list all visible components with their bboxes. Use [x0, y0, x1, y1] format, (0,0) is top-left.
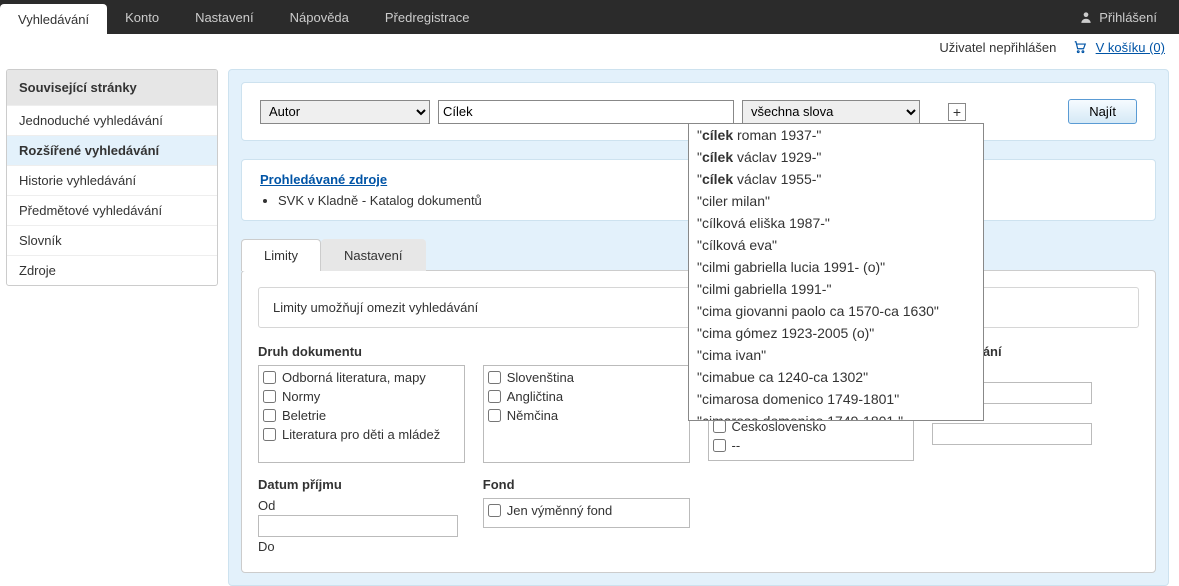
autocomplete-item[interactable]: "cílek václav 1929-"	[689, 146, 983, 168]
autocomplete-item[interactable]: "cílek václav 1955-"	[689, 168, 983, 190]
sidebar-item-history[interactable]: Historie vyhledávání	[7, 165, 217, 195]
date-in-from-input[interactable]	[258, 515, 458, 537]
autocomplete-item[interactable]: "cílek roman 1937-"	[689, 124, 983, 146]
nav-tab-settings[interactable]: Nastavení	[177, 0, 272, 34]
sub-bar: Uživatel nepřihlášen V košíku (0)	[0, 34, 1179, 63]
tab-settings[interactable]: Nastavení	[321, 239, 426, 271]
sources-link[interactable]: Prohledávané zdroje	[260, 172, 387, 187]
checkbox[interactable]	[488, 504, 501, 517]
autocomplete-item[interactable]: "cilmi gabriella lucia 1991- (o)"	[689, 256, 983, 278]
list-item[interactable]: Slovenština	[488, 368, 685, 387]
date-in-label: Datum příjmu	[258, 477, 465, 492]
fond-label: Fond	[483, 477, 690, 492]
autocomplete-item[interactable]: "cimarosa domenico 1749-1801."	[689, 410, 983, 421]
list-item[interactable]: Literatura pro děti a mládež	[263, 425, 460, 444]
list-item[interactable]: Angličtina	[488, 387, 685, 406]
doc-type-list[interactable]: Odborná literatura, mapy Normy Beletrie …	[258, 365, 465, 463]
sidebar-item-simple-search[interactable]: Jednoduché vyhledávání	[7, 105, 217, 135]
sidebar-header: Související stránky	[7, 70, 217, 105]
autocomplete-item[interactable]: "cimabue ca 1240-ca 1302"	[689, 366, 983, 388]
autocomplete-item[interactable]: "cílková eva"	[689, 234, 983, 256]
doc-type-label: Druh dokumentu	[258, 344, 465, 359]
login-label: Přihlášení	[1099, 10, 1157, 25]
sidebar-item-sources[interactable]: Zdroje	[7, 255, 217, 285]
main-panel: Autor všechna slova + Najít "cílek roman…	[228, 69, 1169, 586]
sidebar: Související stránky Jednoduché vyhledává…	[6, 69, 218, 286]
language-list[interactable]: Slovenština Angličtina Němčina	[483, 365, 690, 463]
autocomplete-item[interactable]: "cilmi gabriella 1991-"	[689, 278, 983, 300]
search-term-input[interactable]	[438, 100, 734, 124]
find-button[interactable]: Najít	[1068, 99, 1137, 124]
list-item[interactable]: Odborná literatura, mapy	[263, 368, 460, 387]
tab-limits[interactable]: Limity	[241, 239, 321, 271]
nav-tab-preregistration[interactable]: Předregistrace	[367, 0, 488, 34]
nav-tab-account[interactable]: Konto	[107, 0, 177, 34]
checkbox[interactable]	[488, 390, 501, 403]
checkbox[interactable]	[713, 420, 726, 433]
list-item[interactable]: Němčina	[488, 406, 685, 425]
fond-list[interactable]: Jen výměnný fond	[483, 498, 690, 528]
login-button[interactable]: Přihlášení	[1067, 0, 1169, 34]
autocomplete-item[interactable]: "cima giovanni paolo ca 1570-ca 1630"	[689, 300, 983, 322]
checkbox[interactable]	[263, 390, 276, 403]
cart-link[interactable]: V košíku (0)	[1096, 40, 1165, 55]
nav-tab-help[interactable]: Nápověda	[272, 0, 367, 34]
cart-icon	[1072, 40, 1088, 57]
checkbox[interactable]	[263, 409, 276, 422]
field-select[interactable]: Autor	[260, 100, 430, 124]
top-nav: Vyhledávání Konto Nastavení Nápověda Pře…	[0, 0, 1179, 34]
sidebar-item-dictionary[interactable]: Slovník	[7, 225, 217, 255]
autocomplete-item[interactable]: "ciler milan"	[689, 190, 983, 212]
user-status: Uživatel nepřihlášen	[939, 40, 1056, 55]
autocomplete-item[interactable]: "cima ivan"	[689, 344, 983, 366]
scope-select[interactable]: všechna slova	[742, 100, 920, 124]
date-in-to-label: Do	[258, 539, 465, 554]
year-to-input[interactable]	[932, 423, 1092, 445]
checkbox[interactable]	[263, 428, 276, 441]
checkbox[interactable]	[713, 439, 726, 452]
list-item[interactable]: Normy	[263, 387, 460, 406]
date-in-from-label: Od	[258, 498, 465, 513]
checkbox[interactable]	[263, 371, 276, 384]
add-row-button[interactable]: +	[948, 103, 966, 121]
autocomplete-item[interactable]: "cimarosa domenico 1749-1801"	[689, 388, 983, 410]
list-item[interactable]: Beletrie	[263, 406, 460, 425]
nav-tab-search[interactable]: Vyhledávání	[0, 4, 107, 34]
autocomplete-item[interactable]: "cima gómez 1923-2005 (o)"	[689, 322, 983, 344]
checkbox[interactable]	[488, 371, 501, 384]
sidebar-item-subject-search[interactable]: Předmětové vyhledávání	[7, 195, 217, 225]
sidebar-item-advanced-search[interactable]: Rozšířené vyhledávání	[7, 135, 217, 165]
autocomplete-dropdown: "cílek roman 1937-" "cílek václav 1929-"…	[688, 123, 984, 421]
checkbox[interactable]	[488, 409, 501, 422]
list-item[interactable]: --	[713, 436, 910, 455]
autocomplete-item[interactable]: "cílková eliška 1987-"	[689, 212, 983, 234]
user-icon	[1079, 10, 1093, 24]
list-item[interactable]: Jen výměnný fond	[488, 501, 685, 520]
language-label	[483, 344, 690, 359]
